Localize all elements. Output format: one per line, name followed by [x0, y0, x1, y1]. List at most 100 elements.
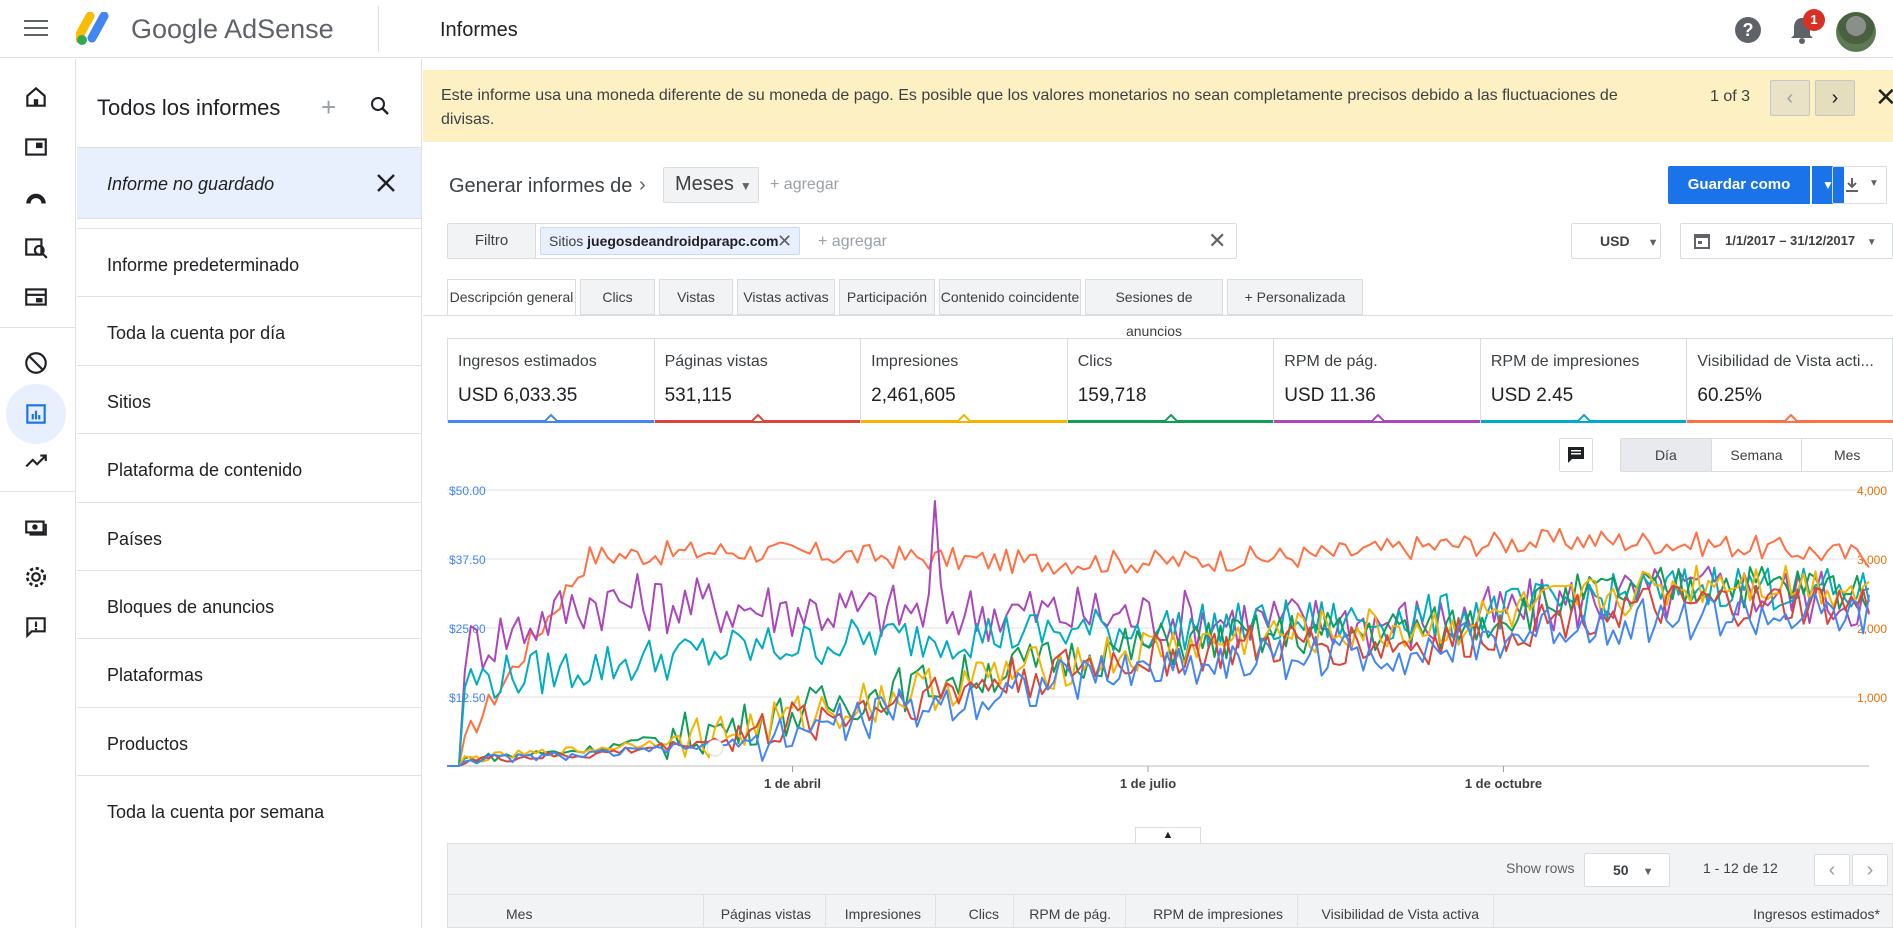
- menu-icon[interactable]: [24, 20, 48, 38]
- tab-clics[interactable]: Clics: [580, 279, 655, 315]
- kpi-card[interactable]: Ingresos estimados USD 6,033.35: [448, 339, 655, 423]
- kpi-value: USD 6,033.35: [458, 385, 578, 406]
- table-column-header[interactable]: Clics: [936, 895, 1014, 928]
- series-line-red: [447, 584, 1870, 767]
- caret-down-icon: ▼: [1866, 237, 1877, 248]
- granularity-option[interactable]: Día: [1621, 439, 1712, 471]
- remove-filter-icon[interactable]: ✕: [777, 228, 792, 254]
- optimization-icon[interactable]: [16, 441, 56, 481]
- search-icon[interactable]: [369, 95, 391, 117]
- tab-contenido-coincidente[interactable]: Contenido coincidente: [939, 279, 1081, 315]
- next-page-button[interactable]: ›: [1852, 854, 1888, 886]
- clear-filters-icon[interactable]: ✕: [1208, 228, 1226, 254]
- sidebar-item-label: Sitios: [107, 392, 152, 412]
- kpi-card[interactable]: Visibilidad de Vista acti... 60.25%: [1687, 339, 1893, 423]
- download-button[interactable]: ▼: [1832, 166, 1887, 204]
- payments-icon[interactable]: [16, 507, 56, 547]
- kpi-label: Impresiones: [871, 353, 959, 370]
- settings-gear-icon[interactable]: [16, 557, 56, 597]
- filter-chip[interactable]: Sitios juegosdeandroidparapc.com ✕: [540, 227, 800, 255]
- table-header: Mes Páginas vistas Impresiones Clics RPM de …: [447, 895, 1893, 928]
- help-icon[interactable]: ?: [1735, 17, 1761, 43]
- collapse-chart-button[interactable]: ▲: [1135, 827, 1201, 843]
- ads-icon[interactable]: [16, 127, 56, 167]
- show-rows-label: Show rows: [1506, 860, 1575, 876]
- kpi-notch: [1164, 413, 1177, 421]
- sidebar-item[interactable]: Plataformas: [77, 638, 421, 710]
- sidebar-item[interactable]: Plataforma de contenido: [77, 433, 421, 505]
- series-line-green: [447, 565, 1870, 767]
- notice-next-button[interactable]: ›: [1815, 80, 1855, 116]
- caret-down-icon: ▼: [1869, 178, 1879, 189]
- sidebar-item-label: Productos: [107, 734, 189, 754]
- tab-sesiones-de-anuncios[interactable]: Sesiones de anuncios: [1085, 279, 1223, 339]
- tab-divider: [423, 315, 1893, 316]
- table-column-header[interactable]: Visibilidad de Vista activa: [1298, 895, 1494, 928]
- date-range-picker[interactable]: 1/1/2017 – 31/12/2017 ▼: [1680, 223, 1893, 259]
- previous-page-button[interactable]: ‹: [1814, 854, 1850, 886]
- granularity-option[interactable]: Mes: [1802, 439, 1892, 471]
- add-dimension-link[interactable]: + agregar: [770, 176, 839, 194]
- close-icon[interactable]: [373, 170, 399, 196]
- sidebar-item[interactable]: Sitios: [77, 365, 421, 437]
- table-column-header[interactable]: RPM de impresiones: [1126, 895, 1298, 928]
- tab-participacion[interactable]: Participación: [839, 279, 935, 315]
- kpi-card[interactable]: Páginas vistas 531,115: [654, 339, 862, 423]
- tab-personalizada[interactable]: + Personalizada: [1227, 279, 1363, 315]
- table-column-header[interactable]: Mes: [448, 895, 704, 928]
- table-column-header[interactable]: Páginas vistas: [704, 895, 826, 928]
- kpi-notch: [751, 413, 764, 421]
- kpi-card[interactable]: Clics 159,718: [1067, 339, 1275, 423]
- tab-descripcion-general[interactable]: Descripción general: [447, 279, 576, 316]
- home-icon[interactable]: [16, 77, 56, 117]
- x-tick-label: 1 de abril: [764, 776, 821, 791]
- sites-icon[interactable]: [16, 277, 56, 317]
- right-tick-label: 1,000: [1857, 691, 1887, 705]
- series-line-yellow: [447, 564, 1870, 767]
- save-as-button[interactable]: Guardar como: [1668, 166, 1810, 204]
- block-controls-icon[interactable]: [16, 343, 56, 383]
- dimension-value: Meses: [675, 173, 734, 195]
- rail-divider: [0, 491, 76, 492]
- tab-vistas-activas[interactable]: Vistas activas: [737, 279, 835, 315]
- kpi-value: 159,718: [1077, 385, 1147, 406]
- kpi-notch: [545, 413, 558, 421]
- sidebar-item[interactable]: Productos: [77, 707, 421, 779]
- sidebar-item[interactable]: Informe predeterminado: [77, 228, 421, 300]
- kpi-card[interactable]: Impresiones 2,461,605: [861, 339, 1068, 423]
- current-report-label: Informe no guardado: [107, 174, 275, 194]
- caret-down-icon: ▼: [1642, 866, 1654, 878]
- avatar[interactable]: [1836, 12, 1876, 52]
- table-column-header[interactable]: Impresiones: [826, 895, 936, 928]
- annotations-button[interactable]: [1559, 438, 1593, 472]
- feedback-icon[interactable]: [16, 607, 56, 647]
- left-tick-label: $50.00: [449, 484, 486, 498]
- sidebar-item-label: Plataforma de contenido: [107, 460, 303, 480]
- add-filter-link[interactable]: + agregar: [818, 233, 887, 251]
- granularity-option[interactable]: Semana: [1712, 439, 1803, 471]
- table-column-header[interactable]: Ingresos estimados*: [1494, 895, 1893, 928]
- kpi-card[interactable]: RPM de pág. USD 11.36: [1274, 339, 1481, 423]
- sidebar-item-label: Toda la cuenta por día: [107, 323, 286, 343]
- sidebar-item[interactable]: Países: [77, 502, 421, 574]
- currency-notice: Este informe usa una moneda diferente de…: [423, 70, 1893, 142]
- sidebar-item[interactable]: Toda la cuenta por día: [77, 296, 421, 368]
- currency-select[interactable]: USD ▼: [1571, 223, 1661, 259]
- sidebar-item[interactable]: Toda la cuenta por semana: [77, 775, 421, 847]
- auto-ads-icon[interactable]: [16, 177, 56, 217]
- add-report-button[interactable]: +: [321, 92, 336, 123]
- filter-button[interactable]: Filtro: [448, 224, 536, 258]
- table-column-header[interactable]: RPM de pág.: [1014, 895, 1126, 928]
- reports-icon[interactable]: [6, 384, 66, 444]
- tab-vistas[interactable]: Vistas: [659, 279, 733, 315]
- notice-close-button[interactable]: ✕: [1875, 82, 1893, 113]
- kpi-card[interactable]: RPM de impresiones USD 2.45: [1480, 339, 1688, 423]
- notice-prev-button[interactable]: ‹: [1770, 80, 1810, 116]
- search-ads-icon[interactable]: [16, 227, 56, 267]
- dimension-select[interactable]: Meses ▼: [663, 167, 759, 203]
- x-tick-label: 1 de octubre: [1465, 776, 1542, 791]
- kpi-value: USD 2.45: [1490, 385, 1574, 406]
- current-report[interactable]: Informe no guardado: [77, 147, 421, 219]
- rows-per-page-select[interactable]: 50 ▼: [1584, 853, 1670, 887]
- sidebar-item[interactable]: Bloques de anuncios: [77, 570, 421, 642]
